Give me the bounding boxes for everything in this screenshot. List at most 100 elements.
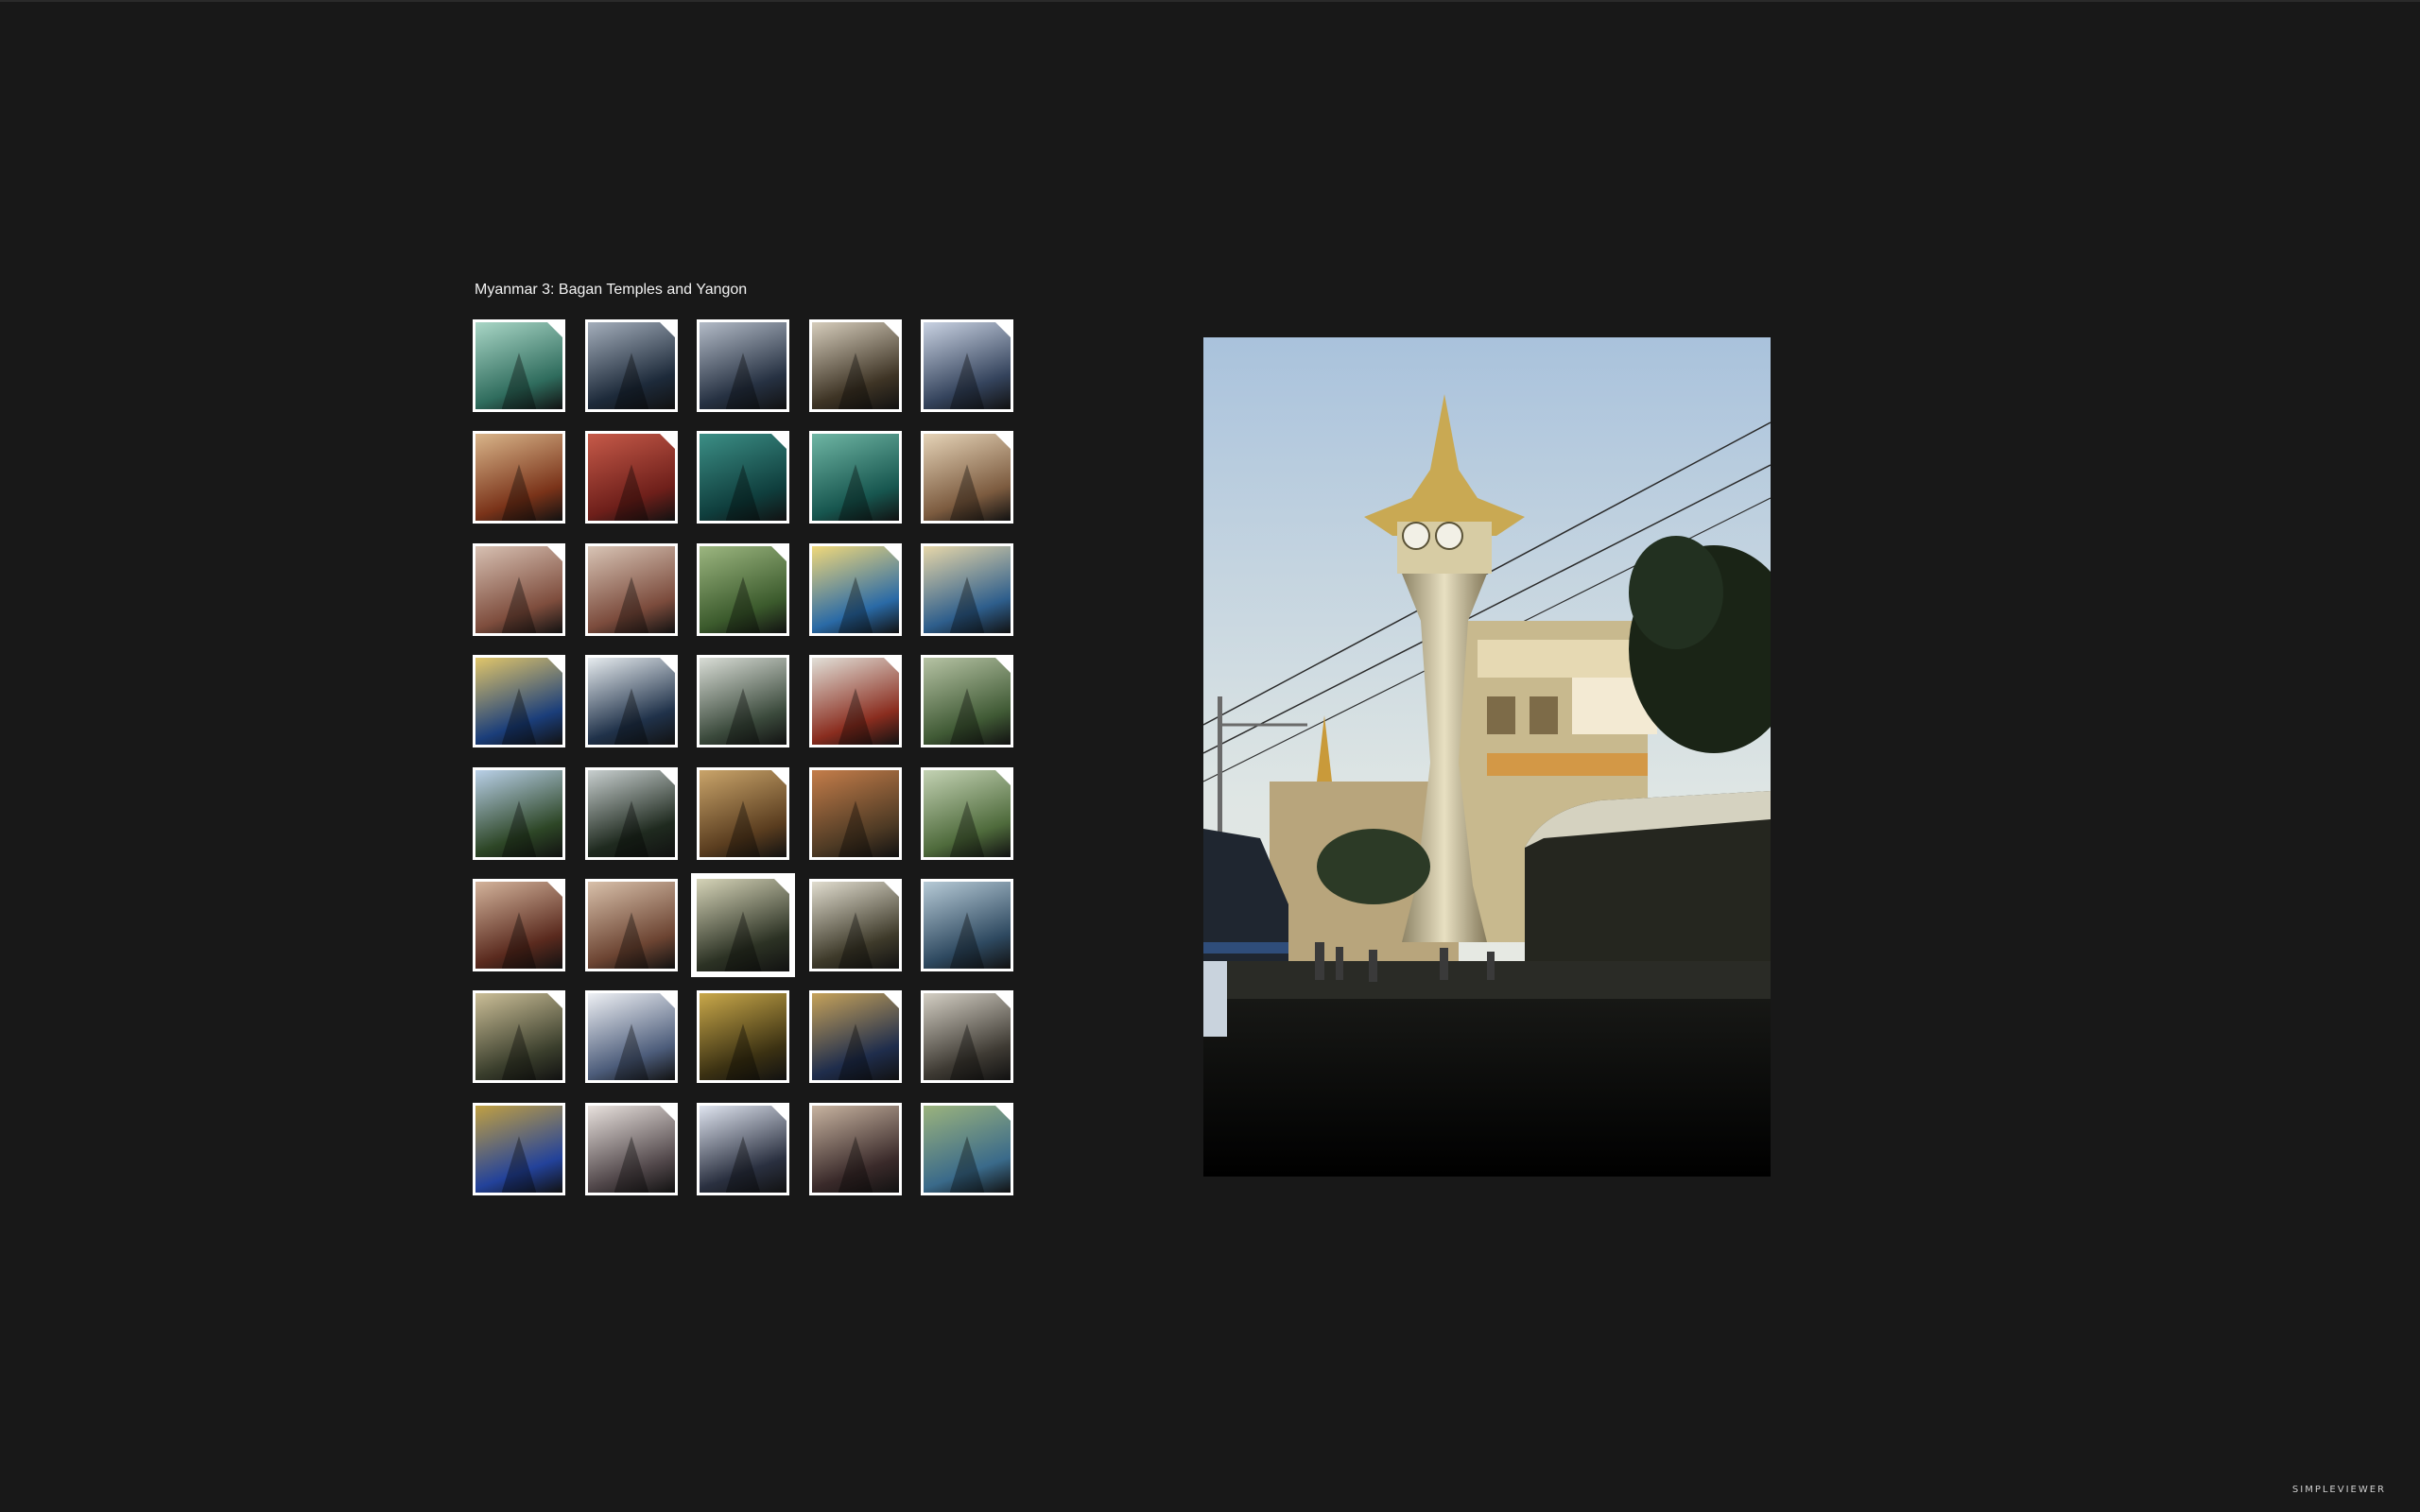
thumb-28[interactable] [693,875,793,975]
page-curl-icon [884,322,899,337]
thumb-30[interactable] [921,879,1013,971]
thumbnail-silhouette [838,912,873,969]
page-curl-icon [884,993,899,1008]
thumb-17[interactable] [585,655,678,747]
thumb-33[interactable] [697,990,789,1083]
thumb-26[interactable] [473,879,565,971]
page-curl-icon [660,434,675,449]
page-curl-icon [995,322,1011,337]
thumb-10[interactable] [921,431,1013,524]
thumbnail-silhouette [614,464,649,521]
thumbnail-silhouette [724,911,762,971]
thumb-18[interactable] [697,655,789,747]
thumbnail-silhouette [949,464,985,521]
stupa-brick-icon [588,882,675,969]
simpleviewer-brand[interactable]: SIMPLEVIEWER [2292,1485,2386,1495]
thumbnail-grid [473,319,1013,1195]
thumb-06[interactable] [473,431,565,524]
thumbnail-silhouette [838,688,873,745]
thumbnail-silhouette [949,576,985,633]
page-curl-icon [547,993,562,1008]
page-curl-icon [884,882,899,897]
gallery-title: Myanmar 3: Bagan Temples and Yangon [475,282,748,298]
main-image-viewer[interactable] [1203,337,1771,1177]
page-curl-icon [995,1106,1011,1121]
thumb-19[interactable] [809,655,902,747]
thumbnail-silhouette [725,576,761,633]
thumb-03[interactable] [697,319,789,412]
thumbnail-silhouette [501,800,537,857]
page-curl-icon [774,879,789,894]
page-curl-icon [995,770,1011,785]
thumbnail-silhouette [614,800,649,857]
thumbnail-silhouette [838,576,873,633]
page-curl-icon [547,322,562,337]
red-brick-temple-icon [475,434,562,521]
trees-icon [475,770,562,857]
thumb-20[interactable] [921,655,1013,747]
thumb-23[interactable] [697,767,789,860]
thumbnail-silhouette [838,352,873,409]
thumbnail-silhouette [949,912,985,969]
temple-spire-icon [700,322,786,409]
thumbnail-silhouette [501,352,537,409]
page-curl-icon [995,993,1011,1008]
thumb-31[interactable] [473,990,565,1083]
thumbnail-silhouette [725,352,761,409]
white-stupa-icon [700,658,786,745]
thumb-02[interactable] [585,319,678,412]
thumb-07[interactable] [585,431,678,524]
thumbnail-silhouette [949,800,985,857]
page-curl-icon [771,434,786,449]
thumbnail-silhouette [501,688,537,745]
golden-stupa-icon [924,546,1011,633]
thumb-08[interactable] [697,431,789,524]
gallery-stage: Myanmar 3: Bagan Temples and Yangon SIMP… [0,0,2420,1512]
page-curl-icon [660,322,675,337]
thumb-05[interactable] [921,319,1013,412]
top-divider [0,0,2420,2]
thumbnail-silhouette [725,464,761,521]
page-curl-icon [771,770,786,785]
page-curl-icon [884,658,899,673]
page-curl-icon [660,658,675,673]
thumbnail-silhouette [949,352,985,409]
page-curl-icon [547,546,562,561]
thumbnail-silhouette [725,688,761,745]
thumb-39[interactable] [809,1103,902,1195]
page-curl-icon [995,658,1011,673]
golden-stupa-icon [924,882,1011,969]
thumbnail-silhouette [614,576,649,633]
thumb-11[interactable] [473,543,565,636]
thumbnail-silhouette [949,688,985,745]
thumb-15[interactable] [921,543,1013,636]
thumb-14[interactable] [809,543,902,636]
thumb-34[interactable] [809,990,902,1083]
thumbnail-silhouette [725,1136,761,1193]
thumb-24[interactable] [809,767,902,860]
thumb-12[interactable] [585,543,678,636]
thumb-40[interactable] [921,1103,1013,1195]
long-hall-icon [588,546,675,633]
thumb-37[interactable] [585,1103,678,1195]
thumb-09[interactable] [809,431,902,524]
thumb-27[interactable] [585,879,678,971]
thumbnail-silhouette [838,800,873,857]
thumb-13[interactable] [697,543,789,636]
thumb-36[interactable] [473,1103,565,1195]
main-photo-clock-tower [1203,337,1771,1177]
thumbnail-silhouette [614,352,649,409]
thumb-04[interactable] [809,319,902,412]
thumb-01[interactable] [473,319,565,412]
thumb-16[interactable] [473,655,565,747]
page-curl-icon [660,993,675,1008]
thumb-29[interactable] [809,879,902,971]
page-curl-icon [771,546,786,561]
thumb-32[interactable] [585,990,678,1083]
thumb-38[interactable] [697,1103,789,1195]
thumbnail-silhouette [725,1023,761,1080]
thumb-21[interactable] [473,767,565,860]
thumb-22[interactable] [585,767,678,860]
thumb-25[interactable] [921,767,1013,860]
thumb-35[interactable] [921,990,1013,1083]
